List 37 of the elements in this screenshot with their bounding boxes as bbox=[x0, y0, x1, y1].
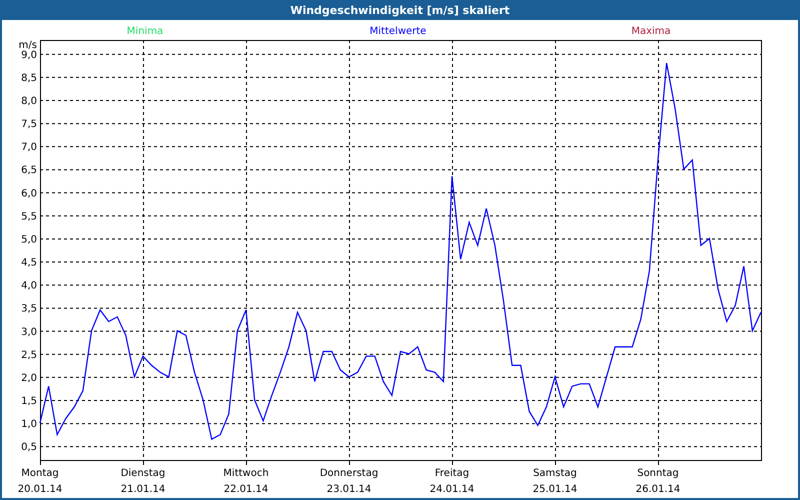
date-label: 24.01.14 bbox=[430, 484, 474, 495]
day-label: Freitag bbox=[434, 468, 470, 479]
date-label: 21.01.14 bbox=[120, 484, 166, 495]
date-label: 22.01.14 bbox=[224, 484, 268, 495]
y-tick-label: 1,0 bbox=[21, 419, 37, 430]
date-label: 26.01.14 bbox=[636, 484, 680, 495]
axis-unit-label: m/s bbox=[18, 40, 37, 51]
y-tick-label: 4,0 bbox=[21, 280, 37, 292]
y-tick-label: 0,5 bbox=[21, 442, 37, 454]
y-tick-label: 3,5 bbox=[21, 304, 37, 315]
legend-label: Maxima bbox=[631, 26, 671, 37]
y-tick-label: 1,5 bbox=[21, 396, 37, 407]
day-label: Dienstag bbox=[120, 468, 166, 479]
y-tick-label: 8,5 bbox=[21, 72, 37, 84]
day-label: Mittwoch bbox=[223, 468, 269, 479]
y-tick-label: 2,5 bbox=[21, 350, 37, 361]
y-tick-label: 5,5 bbox=[21, 211, 37, 222]
y-tick-label: 3,0 bbox=[21, 326, 37, 338]
y-tick-label: 5,0 bbox=[21, 234, 37, 246]
y-tick-label: 7,5 bbox=[21, 119, 37, 130]
date-label: 20.01.14 bbox=[18, 484, 62, 495]
y-tick-label: 9,0 bbox=[21, 50, 37, 61]
day-label: Samstag bbox=[533, 468, 577, 479]
y-tick-label: 8,0 bbox=[21, 96, 37, 107]
y-tick-label: 7,0 bbox=[21, 142, 37, 154]
y-tick-label: 6,5 bbox=[21, 165, 37, 176]
date-label: 23.01.14 bbox=[326, 484, 372, 495]
legend-label: Minima bbox=[126, 26, 164, 37]
legend-label: Mittelwerte bbox=[370, 26, 426, 37]
y-tick-label: 2,0 bbox=[21, 372, 37, 384]
day-label: Montag bbox=[21, 468, 59, 479]
window-title: Windgeschwindigkeit [m/s] skaliert bbox=[290, 4, 510, 16]
day-label: Donnerstag bbox=[320, 468, 378, 479]
day-label: Sonntag bbox=[637, 468, 679, 479]
date-label: 25.01.14 bbox=[532, 484, 578, 495]
y-tick-label: 6,0 bbox=[21, 188, 37, 200]
y-tick-label: 4,5 bbox=[21, 258, 37, 269]
